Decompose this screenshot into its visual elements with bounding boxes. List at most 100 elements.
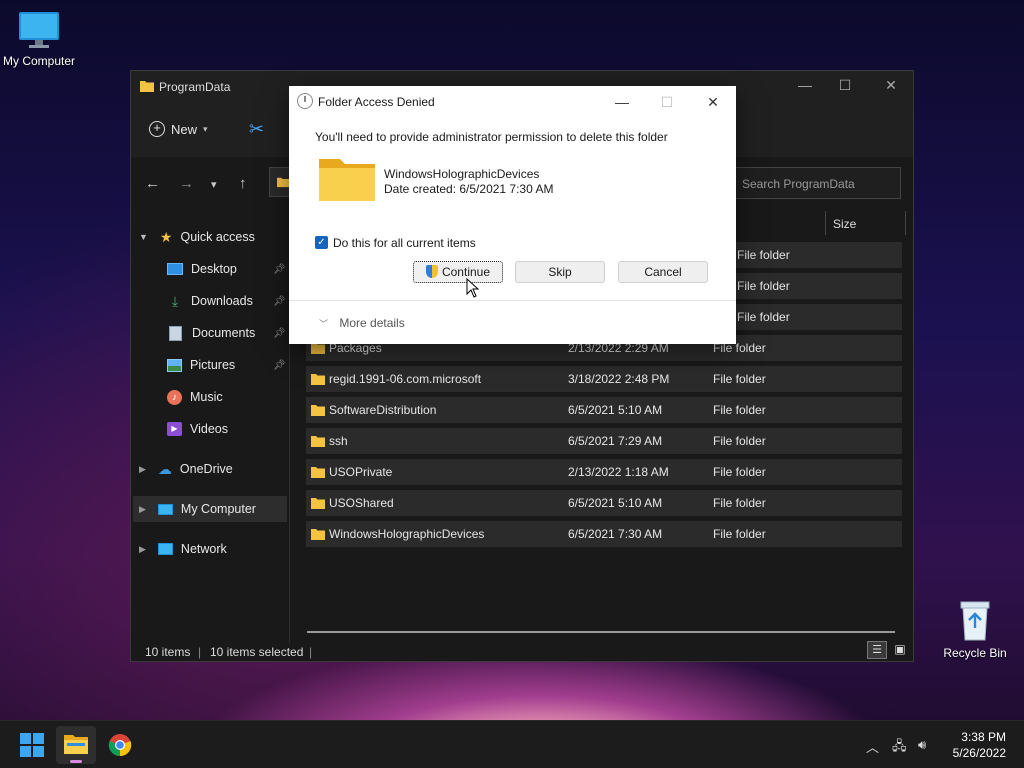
new-button[interactable]: + New ▾ bbox=[149, 121, 208, 137]
download-arrow-icon: ⤓ bbox=[171, 292, 179, 309]
row-date: 6/5/2021 7:29 AM bbox=[568, 434, 663, 448]
row-type: File folder bbox=[737, 310, 790, 324]
more-details-toggle[interactable]: ﹀ More details bbox=[319, 316, 405, 330]
up-arrow-icon[interactable]: ↑ bbox=[239, 175, 247, 192]
row-date: 6/5/2021 5:10 AM bbox=[568, 403, 663, 417]
table-row[interactable]: USOShared 6/5/2021 5:10 AM File folder bbox=[306, 490, 902, 516]
column-header-size[interactable]: Size bbox=[833, 217, 856, 241]
taskbar-chrome[interactable] bbox=[100, 726, 140, 764]
network-icon bbox=[157, 543, 173, 555]
shield-icon bbox=[425, 265, 438, 278]
details-view-icon[interactable]: ☰ bbox=[867, 641, 887, 659]
sidebar-item-label: Music bbox=[190, 390, 223, 404]
close-button[interactable]: ✕ bbox=[881, 77, 901, 95]
table-row[interactable]: USOPrivate 2/13/2022 1:18 AM File folder bbox=[306, 459, 902, 485]
new-button-label: New bbox=[171, 121, 198, 137]
network-tray-icon[interactable]: 🖧︎ bbox=[892, 737, 907, 759]
taskbar-clock[interactable]: 3:38 PM 5/26/2022 bbox=[953, 729, 1006, 761]
continue-button[interactable]: Continue bbox=[413, 261, 503, 283]
row-name: SoftwareDistribution bbox=[329, 403, 437, 417]
clock-date: 5/26/2022 bbox=[952, 746, 1006, 760]
dialog-close-button[interactable]: ✕ bbox=[703, 94, 723, 111]
tray-overflow-chevron-icon[interactable]: ︿ bbox=[866, 737, 879, 756]
minimize-button[interactable]: — bbox=[795, 77, 815, 95]
windows-logo-icon bbox=[20, 733, 44, 757]
row-type: File folder bbox=[713, 527, 766, 541]
dialog-minimize-button[interactable]: — bbox=[612, 94, 632, 110]
pin-icon: 📌︎ bbox=[273, 295, 286, 307]
tiles-view-icon[interactable]: ▣ bbox=[891, 641, 909, 659]
row-date: 2/13/2022 1:18 AM bbox=[568, 465, 669, 479]
cancel-button[interactable]: Cancel bbox=[618, 261, 708, 283]
row-type: File folder bbox=[713, 496, 766, 510]
folder-name: WindowsHolographicDevices bbox=[384, 167, 540, 181]
desktop-icon-label: Recycle Bin bbox=[943, 646, 1007, 660]
sidebar-item-onedrive[interactable]: ▶ ☁ OneDrive bbox=[139, 456, 233, 482]
row-type: File folder bbox=[713, 465, 766, 479]
sidebar-item-label: My Computer bbox=[180, 502, 256, 516]
sidebar-item-pictures[interactable]: Pictures 📌︎ bbox=[167, 352, 325, 378]
clock-hand bbox=[304, 96, 306, 102]
apply-all-checkbox[interactable]: ✓ bbox=[315, 236, 328, 249]
row-name: WindowsHolographicDevices bbox=[329, 527, 485, 541]
row-date: 6/5/2021 7:30 AM bbox=[568, 527, 663, 541]
active-indicator bbox=[70, 760, 82, 763]
table-row[interactable]: WindowsHolographicDevices 6/5/2021 7:30 … bbox=[306, 521, 902, 547]
status-selected-count: 10 items selected bbox=[210, 645, 304, 659]
folder-icon bbox=[311, 529, 325, 540]
chevron-down-icon: ﹀ bbox=[319, 319, 329, 329]
sidebar-item-label: Network bbox=[180, 542, 227, 556]
recent-chevron-icon[interactable]: ▾ bbox=[211, 178, 217, 191]
column-divider bbox=[825, 211, 826, 235]
sidebar-item-network[interactable]: ▶ Network bbox=[139, 536, 227, 562]
chrome-icon bbox=[108, 734, 132, 757]
table-row[interactable]: SoftwareDistribution 6/5/2021 5:10 AM Fi… bbox=[306, 397, 902, 423]
sidebar-item-label: Videos bbox=[190, 422, 228, 436]
sidebar-item-label: Quick access bbox=[180, 230, 255, 244]
volume-tray-icon[interactable]: 🔊︎ bbox=[918, 737, 926, 753]
row-name: regid.1991-06.com.microsoft bbox=[329, 372, 482, 386]
chevron-right-icon: ▶ bbox=[139, 463, 146, 474]
start-button[interactable] bbox=[12, 726, 52, 764]
sidebar-item-label: OneDrive bbox=[179, 462, 233, 476]
sidebar-item-label: Desktop bbox=[191, 262, 237, 276]
forward-arrow-icon[interactable]: → bbox=[179, 175, 194, 192]
search-input[interactable]: Search ProgramData bbox=[729, 167, 901, 199]
chevron-right-icon: ▶ bbox=[139, 543, 146, 554]
folder-icon bbox=[311, 405, 325, 416]
taskbar: ︿ 🖧︎ 🔊︎ 3:38 PM 5/26/2022 bbox=[0, 720, 1024, 768]
desktop-icon-recycle-bin[interactable]: Recycle Bin bbox=[930, 598, 1020, 660]
folder-icon bbox=[319, 159, 375, 201]
row-date: 3/18/2022 2:48 PM bbox=[568, 372, 670, 386]
taskbar-file-explorer[interactable] bbox=[56, 726, 96, 764]
sidebar-item-quick-access[interactable]: ▼ ★ Quick access bbox=[139, 224, 255, 250]
pin-icon: 📌︎ bbox=[273, 359, 286, 371]
skip-button[interactable]: Skip bbox=[515, 261, 605, 283]
table-row[interactable]: regid.1991-06.com.microsoft 3/18/2022 2:… bbox=[306, 366, 902, 392]
cut-icon[interactable]: ✂ bbox=[249, 119, 264, 140]
folder-icon bbox=[140, 81, 154, 92]
row-type: File folder bbox=[713, 434, 766, 448]
maximize-button[interactable]: ☐ bbox=[835, 77, 855, 95]
back-arrow-icon[interactable]: ← bbox=[145, 175, 160, 192]
desktop-icon-label: My Computer bbox=[2, 54, 76, 68]
desktop-icon-my-computer[interactable]: My Computer bbox=[0, 10, 84, 68]
chevron-right-icon: ▶ bbox=[139, 503, 146, 514]
sidebar-item-my-computer[interactable]: ▶ My Computer bbox=[133, 496, 287, 522]
status-item-count: 10 items bbox=[145, 645, 191, 659]
row-type: File folder bbox=[713, 372, 766, 386]
column-divider bbox=[905, 211, 906, 235]
clock-time: 3:38 PM bbox=[961, 730, 1006, 744]
sidebar-item-music[interactable]: ♪ Music bbox=[167, 384, 223, 410]
plus-circle-icon: + bbox=[149, 121, 165, 137]
sidebar-item-videos[interactable]: ▶ Videos bbox=[167, 416, 228, 442]
dialog-maximize-button[interactable]: ☐ bbox=[657, 94, 677, 111]
sidebar-item-label: Documents bbox=[192, 326, 256, 340]
folder-icon bbox=[277, 177, 289, 188]
apply-all-label: Do this for all current items bbox=[333, 236, 476, 250]
dialog-message: You'll need to provide administrator per… bbox=[315, 130, 668, 144]
horizontal-scrollbar[interactable] bbox=[307, 631, 895, 633]
document-icon bbox=[169, 325, 182, 341]
table-row[interactable]: ssh 6/5/2021 7:29 AM File folder bbox=[306, 428, 902, 454]
folder-icon bbox=[311, 436, 325, 447]
